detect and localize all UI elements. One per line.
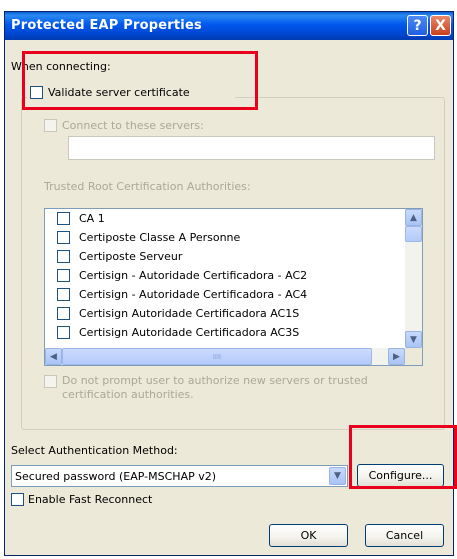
list-item[interactable]: Certiposte Serveur <box>45 247 422 266</box>
scroll-right-button[interactable]: ▶ <box>388 348 405 365</box>
cancel-button[interactable]: Cancel <box>365 524 444 547</box>
close-icon: X <box>435 17 446 34</box>
title-bar[interactable]: Protected EAP Properties ? X <box>5 12 453 40</box>
grip-icon: IIII <box>212 352 222 361</box>
fast-reconnect-checkbox[interactable] <box>11 493 24 506</box>
list-item[interactable]: Certisign Autoridade Certificadora AC3S <box>45 323 422 342</box>
list-item-checkbox[interactable] <box>57 326 70 339</box>
trusted-roots-list[interactable]: CA 1 Certiposte Classe A Personne Certip… <box>44 208 423 366</box>
auth-method-label: Select Authentication Method: <box>11 444 178 457</box>
trusted-roots-label: Trusted Root Certification Authorities: <box>44 180 251 193</box>
horizontal-scrollbar[interactable]: ◀ IIII ▶ <box>45 348 405 365</box>
vertical-scrollbar[interactable]: ▲ ▼ <box>405 209 422 348</box>
connect-servers-checkbox[interactable] <box>44 119 57 132</box>
list-item-checkbox[interactable] <box>57 250 70 263</box>
no-prompt-checkbox[interactable] <box>44 375 57 388</box>
highlight-configure-box <box>349 425 457 489</box>
no-prompt-label-line1: Do not prompt user to authorize new serv… <box>62 374 368 387</box>
chevron-down-icon: ▼ <box>334 471 341 481</box>
list-item-checkbox[interactable] <box>57 212 70 225</box>
list-item-checkbox[interactable] <box>57 288 70 301</box>
ok-button[interactable]: OK <box>269 524 348 547</box>
vertical-scroll-thumb[interactable] <box>405 226 422 242</box>
chevron-left-icon: ◀ <box>50 351 57 362</box>
list-item-checkbox[interactable] <box>57 307 70 320</box>
help-button[interactable]: ? <box>407 15 428 36</box>
fast-reconnect-label[interactable]: Enable Fast Reconnect <box>28 493 152 506</box>
list-item[interactable]: Certisign Autoridade Certificadora AC1S <box>45 304 422 323</box>
chevron-right-icon: ▶ <box>393 351 400 362</box>
chevron-up-icon: ▲ <box>410 212 417 223</box>
list-item-checkbox[interactable] <box>57 231 70 244</box>
list-item[interactable]: Certisign - Autoridade Certificadora - A… <box>45 285 422 304</box>
list-item[interactable]: Certiposte Classe A Personne <box>45 228 422 247</box>
connect-servers-label: Connect to these servers: <box>62 119 204 132</box>
chevron-down-icon: ▼ <box>410 334 417 345</box>
list-item[interactable]: Certisign - Autoridade Certificadora - A… <box>45 266 422 285</box>
close-button[interactable]: X <box>430 15 451 36</box>
list-item-checkbox[interactable] <box>57 269 70 282</box>
scroll-corner <box>405 348 422 365</box>
scroll-up-button[interactable]: ▲ <box>405 209 422 226</box>
scroll-left-button[interactable]: ◀ <box>45 348 62 365</box>
no-prompt-label-line2: certification authorities. <box>62 388 194 401</box>
servers-field[interactable] <box>68 136 435 160</box>
window-title: Protected EAP Properties <box>11 18 202 33</box>
highlight-validate-box <box>22 51 258 110</box>
scroll-down-button[interactable]: ▼ <box>405 331 422 348</box>
list-item[interactable]: CA 1 <box>45 209 422 228</box>
help-icon: ? <box>413 17 422 34</box>
horizontal-scroll-thumb[interactable]: IIII <box>62 348 372 365</box>
auth-method-select[interactable]: Secured password (EAP-MSCHAP v2) ▼ <box>11 465 348 487</box>
dropdown-button[interactable]: ▼ <box>329 467 346 485</box>
